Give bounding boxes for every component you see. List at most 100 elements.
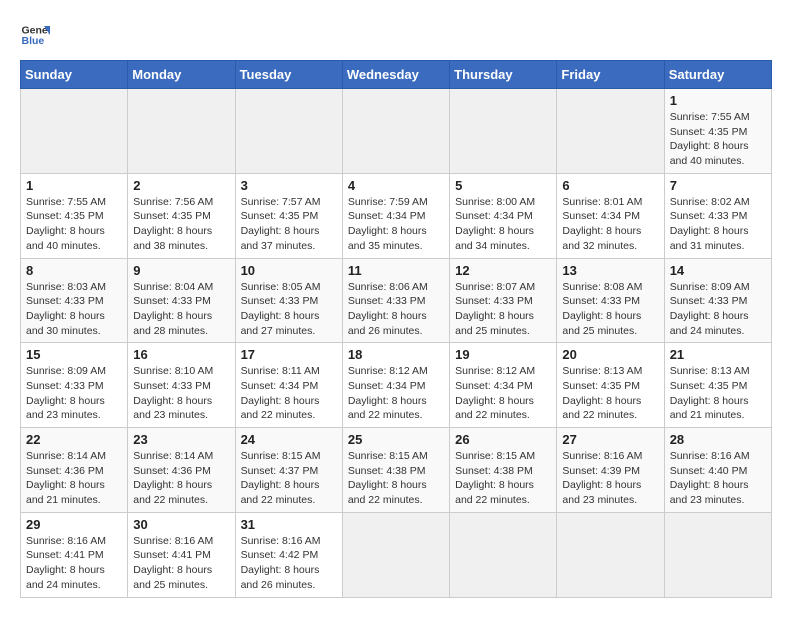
calendar-cell: 3 Sunrise: 7:57 AMSunset: 4:35 PMDayligh… xyxy=(235,173,342,258)
calendar-cell: 21 Sunrise: 8:13 AMSunset: 4:35 PMDaylig… xyxy=(664,343,771,428)
day-content: Sunrise: 8:04 AMSunset: 4:33 PMDaylight:… xyxy=(133,280,229,339)
day-content: Sunrise: 8:12 AMSunset: 4:34 PMDaylight:… xyxy=(348,364,444,423)
day-number: 20 xyxy=(562,347,658,362)
day-content: Sunrise: 8:16 AMSunset: 4:39 PMDaylight:… xyxy=(562,449,658,508)
calendar-week-row: 1 Sunrise: 7:55 AMSunset: 4:35 PMDayligh… xyxy=(21,89,772,174)
day-content: Sunrise: 8:12 AMSunset: 4:34 PMDaylight:… xyxy=(455,364,551,423)
calendar-cell: 4 Sunrise: 7:59 AMSunset: 4:34 PMDayligh… xyxy=(342,173,449,258)
day-content: Sunrise: 7:59 AMSunset: 4:34 PMDaylight:… xyxy=(348,195,444,254)
day-number: 5 xyxy=(455,178,551,193)
day-content: Sunrise: 8:08 AMSunset: 4:33 PMDaylight:… xyxy=(562,280,658,339)
day-number: 27 xyxy=(562,432,658,447)
calendar-cell: 22 Sunrise: 8:14 AMSunset: 4:36 PMDaylig… xyxy=(21,428,128,513)
calendar-cell: 27 Sunrise: 8:16 AMSunset: 4:39 PMDaylig… xyxy=(557,428,664,513)
calendar-cell: 5 Sunrise: 8:00 AMSunset: 4:34 PMDayligh… xyxy=(450,173,557,258)
day-number: 8 xyxy=(26,263,122,278)
day-number: 25 xyxy=(348,432,444,447)
calendar-cell xyxy=(21,89,128,174)
day-number: 29 xyxy=(26,517,122,532)
page-header: General Blue xyxy=(20,20,772,50)
calendar-cell xyxy=(450,512,557,597)
day-content: Sunrise: 8:06 AMSunset: 4:33 PMDaylight:… xyxy=(348,280,444,339)
calendar-cell: 30 Sunrise: 8:16 AMSunset: 4:41 PMDaylig… xyxy=(128,512,235,597)
day-number: 26 xyxy=(455,432,551,447)
calendar-cell: 1 Sunrise: 7:55 AMSunset: 4:35 PMDayligh… xyxy=(664,89,771,174)
calendar-week-row: 1 Sunrise: 7:55 AMSunset: 4:35 PMDayligh… xyxy=(21,173,772,258)
day-number: 14 xyxy=(670,263,766,278)
day-number: 24 xyxy=(241,432,337,447)
calendar-cell: 20 Sunrise: 8:13 AMSunset: 4:35 PMDaylig… xyxy=(557,343,664,428)
day-number: 21 xyxy=(670,347,766,362)
day-content: Sunrise: 8:14 AMSunset: 4:36 PMDaylight:… xyxy=(26,449,122,508)
calendar-week-row: 15 Sunrise: 8:09 AMSunset: 4:33 PMDaylig… xyxy=(21,343,772,428)
day-number: 23 xyxy=(133,432,229,447)
calendar-cell xyxy=(342,89,449,174)
calendar-cell: 2 Sunrise: 7:56 AMSunset: 4:35 PMDayligh… xyxy=(128,173,235,258)
calendar-header-row: SundayMondayTuesdayWednesdayThursdayFrid… xyxy=(21,61,772,89)
day-number: 19 xyxy=(455,347,551,362)
header-thursday: Thursday xyxy=(450,61,557,89)
calendar-cell: 16 Sunrise: 8:10 AMSunset: 4:33 PMDaylig… xyxy=(128,343,235,428)
header-friday: Friday xyxy=(557,61,664,89)
calendar-cell xyxy=(664,512,771,597)
day-number: 17 xyxy=(241,347,337,362)
day-content: Sunrise: 8:15 AMSunset: 4:37 PMDaylight:… xyxy=(241,449,337,508)
day-content: Sunrise: 8:02 AMSunset: 4:33 PMDaylight:… xyxy=(670,195,766,254)
day-content: Sunrise: 8:05 AMSunset: 4:33 PMDaylight:… xyxy=(241,280,337,339)
day-number: 15 xyxy=(26,347,122,362)
day-number: 10 xyxy=(241,263,337,278)
day-content: Sunrise: 7:57 AMSunset: 4:35 PMDaylight:… xyxy=(241,195,337,254)
calendar-cell: 17 Sunrise: 8:11 AMSunset: 4:34 PMDaylig… xyxy=(235,343,342,428)
calendar-week-row: 29 Sunrise: 8:16 AMSunset: 4:41 PMDaylig… xyxy=(21,512,772,597)
calendar-cell: 11 Sunrise: 8:06 AMSunset: 4:33 PMDaylig… xyxy=(342,258,449,343)
day-content: Sunrise: 7:55 AMSunset: 4:35 PMDaylight:… xyxy=(26,195,122,254)
day-content: Sunrise: 8:01 AMSunset: 4:34 PMDaylight:… xyxy=(562,195,658,254)
day-content: Sunrise: 8:14 AMSunset: 4:36 PMDaylight:… xyxy=(133,449,229,508)
calendar-cell: 8 Sunrise: 8:03 AMSunset: 4:33 PMDayligh… xyxy=(21,258,128,343)
day-content: Sunrise: 8:16 AMSunset: 4:41 PMDaylight:… xyxy=(26,534,122,593)
day-number: 22 xyxy=(26,432,122,447)
day-content: Sunrise: 8:09 AMSunset: 4:33 PMDaylight:… xyxy=(26,364,122,423)
header-monday: Monday xyxy=(128,61,235,89)
day-number: 7 xyxy=(670,178,766,193)
day-number: 12 xyxy=(455,263,551,278)
calendar-cell: 24 Sunrise: 8:15 AMSunset: 4:37 PMDaylig… xyxy=(235,428,342,513)
day-number: 3 xyxy=(241,178,337,193)
day-number: 4 xyxy=(348,178,444,193)
calendar-cell: 14 Sunrise: 8:09 AMSunset: 4:33 PMDaylig… xyxy=(664,258,771,343)
day-content: Sunrise: 8:03 AMSunset: 4:33 PMDaylight:… xyxy=(26,280,122,339)
day-number: 18 xyxy=(348,347,444,362)
header-tuesday: Tuesday xyxy=(235,61,342,89)
day-content: Sunrise: 8:16 AMSunset: 4:41 PMDaylight:… xyxy=(133,534,229,593)
calendar-cell: 28 Sunrise: 8:16 AMSunset: 4:40 PMDaylig… xyxy=(664,428,771,513)
day-content: Sunrise: 8:10 AMSunset: 4:33 PMDaylight:… xyxy=(133,364,229,423)
header-sunday: Sunday xyxy=(21,61,128,89)
calendar-cell xyxy=(235,89,342,174)
calendar-cell: 6 Sunrise: 8:01 AMSunset: 4:34 PMDayligh… xyxy=(557,173,664,258)
calendar-cell: 13 Sunrise: 8:08 AMSunset: 4:33 PMDaylig… xyxy=(557,258,664,343)
header-saturday: Saturday xyxy=(664,61,771,89)
day-content: Sunrise: 8:13 AMSunset: 4:35 PMDaylight:… xyxy=(562,364,658,423)
calendar-cell: 25 Sunrise: 8:15 AMSunset: 4:38 PMDaylig… xyxy=(342,428,449,513)
calendar-cell: 15 Sunrise: 8:09 AMSunset: 4:33 PMDaylig… xyxy=(21,343,128,428)
day-number: 1 xyxy=(670,93,766,108)
logo: General Blue xyxy=(20,20,54,50)
day-content: Sunrise: 7:55 AMSunset: 4:35 PMDaylight:… xyxy=(670,110,766,169)
calendar-cell: 18 Sunrise: 8:12 AMSunset: 4:34 PMDaylig… xyxy=(342,343,449,428)
day-content: Sunrise: 8:15 AMSunset: 4:38 PMDaylight:… xyxy=(348,449,444,508)
calendar-cell: 1 Sunrise: 7:55 AMSunset: 4:35 PMDayligh… xyxy=(21,173,128,258)
day-content: Sunrise: 8:13 AMSunset: 4:35 PMDaylight:… xyxy=(670,364,766,423)
calendar-table: SundayMondayTuesdayWednesdayThursdayFrid… xyxy=(20,60,772,598)
day-number: 1 xyxy=(26,178,122,193)
day-content: Sunrise: 8:09 AMSunset: 4:33 PMDaylight:… xyxy=(670,280,766,339)
svg-text:Blue: Blue xyxy=(22,35,45,47)
calendar-cell: 29 Sunrise: 8:16 AMSunset: 4:41 PMDaylig… xyxy=(21,512,128,597)
calendar-cell: 12 Sunrise: 8:07 AMSunset: 4:33 PMDaylig… xyxy=(450,258,557,343)
day-number: 16 xyxy=(133,347,229,362)
day-number: 31 xyxy=(241,517,337,532)
calendar-cell xyxy=(557,89,664,174)
calendar-cell: 10 Sunrise: 8:05 AMSunset: 4:33 PMDaylig… xyxy=(235,258,342,343)
calendar-cell xyxy=(128,89,235,174)
calendar-cell xyxy=(450,89,557,174)
calendar-week-row: 22 Sunrise: 8:14 AMSunset: 4:36 PMDaylig… xyxy=(21,428,772,513)
